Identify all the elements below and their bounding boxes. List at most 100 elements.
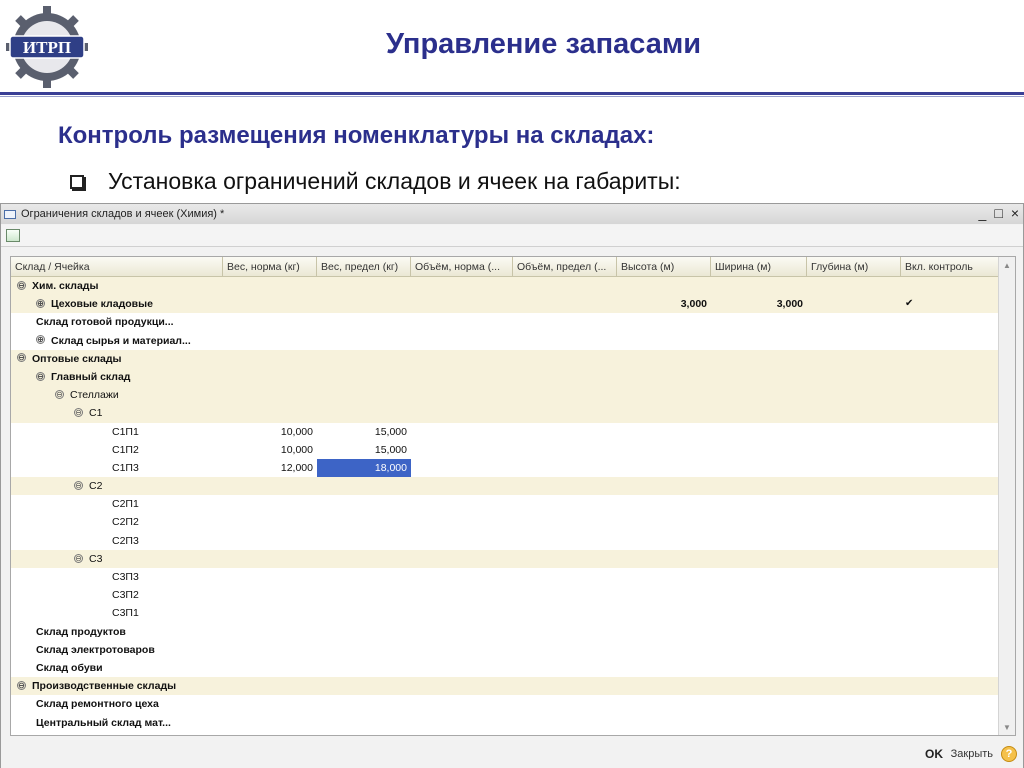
weight-limit-cell[interactable] <box>317 477 411 495</box>
control-check-icon[interactable] <box>905 604 925 622</box>
control-check-icon[interactable] <box>905 441 925 459</box>
control-check-icon[interactable] <box>905 313 925 331</box>
weight-limit-cell[interactable] <box>317 677 411 695</box>
weight-norm-cell[interactable] <box>223 295 317 313</box>
height-cell[interactable] <box>617 695 711 713</box>
tree-grid[interactable]: Склад / Ячейка Вес, норма (кг) Вес, предел… <box>10 256 1016 736</box>
control-check-icon[interactable] <box>905 277 925 295</box>
width-cell[interactable] <box>711 404 807 422</box>
height-cell[interactable] <box>617 568 711 586</box>
tree-node[interactable]: С3П2 <box>112 586 223 604</box>
tree-node[interactable]: Склад ремонтного цеха <box>36 695 223 713</box>
weight-norm-cell[interactable] <box>223 332 317 350</box>
weight-limit-cell[interactable] <box>317 295 411 313</box>
weight-norm-cell[interactable] <box>223 368 317 386</box>
weight-limit-cell[interactable] <box>317 604 411 622</box>
width-cell[interactable] <box>711 677 807 695</box>
tree-row[interactable]: С2П3 <box>11 532 999 550</box>
tree-node[interactable]: Центральный склад мат... <box>36 714 223 732</box>
width-cell[interactable]: 3,000 <box>711 295 807 313</box>
width-cell[interactable] <box>711 550 807 568</box>
weight-limit-cell[interactable] <box>317 641 411 659</box>
tree-node[interactable]: С1П3 <box>112 459 223 477</box>
collapse-icon[interactable]: ⊖ <box>17 680 26 690</box>
column-header[interactable]: Вес, предел (кг) <box>317 257 411 277</box>
tree-node[interactable]: ⊖ Оптовые склады <box>17 350 223 368</box>
tree-node[interactable]: ⊖ С1 <box>74 404 223 422</box>
collapse-icon[interactable]: ⊖ <box>74 480 83 490</box>
weight-limit-cell[interactable]: 15,000 <box>317 441 411 459</box>
control-check-icon[interactable]: ✔ <box>905 295 925 313</box>
control-check-icon[interactable] <box>905 495 925 513</box>
tree-node[interactable]: ⊕ Цеховые кладовые <box>36 295 223 313</box>
weight-norm-cell[interactable] <box>223 604 317 622</box>
width-cell[interactable] <box>711 477 807 495</box>
weight-limit-cell[interactable]: 15,000 <box>317 423 411 441</box>
tree-node[interactable]: ⊖ Производственные склады <box>17 677 223 695</box>
height-cell[interactable] <box>617 495 711 513</box>
vertical-scrollbar[interactable]: ▲ ▼ <box>998 257 1015 735</box>
weight-norm-cell[interactable] <box>223 386 317 404</box>
weight-limit-cell[interactable] <box>317 332 411 350</box>
height-cell[interactable] <box>617 277 711 295</box>
height-cell[interactable] <box>617 586 711 604</box>
weight-norm-cell[interactable]: 10,000 <box>223 423 317 441</box>
weight-norm-cell[interactable] <box>223 313 317 331</box>
tree-node[interactable]: С3П3 <box>112 568 223 586</box>
window-titlebar[interactable]: Ограничения складов и ячеек (Химия) * _ … <box>1 204 1023 224</box>
weight-limit-cell[interactable] <box>317 277 411 295</box>
width-cell[interactable] <box>711 641 807 659</box>
weight-limit-cell[interactable] <box>317 659 411 677</box>
ok-button[interactable]: OK <box>925 747 943 761</box>
tree-node[interactable]: С2П2 <box>112 513 223 531</box>
weight-limit-cell[interactable] <box>317 714 411 732</box>
tree-row[interactable]: Склад готовой продукци... <box>11 313 999 331</box>
tree-row[interactable]: С3П2 <box>11 586 999 604</box>
column-header[interactable]: Объём, предел (... <box>513 257 617 277</box>
height-cell[interactable] <box>617 313 711 331</box>
height-cell[interactable] <box>617 604 711 622</box>
tree-row[interactable]: ⊖ С3 <box>11 549 999 568</box>
help-icon[interactable]: ? <box>1001 746 1017 762</box>
control-check-icon[interactable] <box>905 714 925 732</box>
control-check-icon[interactable] <box>905 695 925 713</box>
column-header[interactable]: Вкл. контроль <box>901 257 999 277</box>
weight-norm-cell[interactable] <box>223 550 317 568</box>
tree-row[interactable]: Склад обуви <box>11 659 999 677</box>
tree-row[interactable]: С2П2 <box>11 513 999 531</box>
width-cell[interactable] <box>711 532 807 550</box>
width-cell[interactable] <box>711 332 807 350</box>
height-cell[interactable] <box>617 441 711 459</box>
tree-row[interactable]: ⊖ С2 <box>11 477 999 496</box>
width-cell[interactable] <box>711 659 807 677</box>
control-check-icon[interactable] <box>905 641 925 659</box>
height-cell[interactable]: 3,000 <box>617 295 711 313</box>
weight-norm-cell[interactable]: 12,000 <box>223 459 317 477</box>
height-cell[interactable] <box>617 404 711 422</box>
width-cell[interactable] <box>711 459 807 477</box>
tree-row[interactable]: ⊕ Склад сырья и материал... <box>11 332 999 350</box>
tree-node[interactable]: С2П3 <box>112 532 223 550</box>
weight-norm-cell[interactable] <box>223 513 317 531</box>
height-cell[interactable] <box>617 368 711 386</box>
tree-row[interactable]: ⊖ Стеллажи <box>11 386 999 405</box>
weight-norm-cell[interactable] <box>223 714 317 732</box>
width-cell[interactable] <box>711 368 807 386</box>
width-cell[interactable] <box>711 277 807 295</box>
height-cell[interactable] <box>617 677 711 695</box>
weight-norm-cell[interactable] <box>223 586 317 604</box>
control-check-icon[interactable] <box>905 568 925 586</box>
weight-norm-cell[interactable] <box>223 659 317 677</box>
maximize-button[interactable]: □ <box>994 205 1002 221</box>
width-cell[interactable] <box>711 495 807 513</box>
control-check-icon[interactable] <box>905 423 925 441</box>
weight-norm-cell[interactable] <box>223 495 317 513</box>
control-check-icon[interactable] <box>905 386 925 404</box>
weight-norm-cell[interactable]: 10,000 <box>223 441 317 459</box>
control-check-icon[interactable] <box>905 404 925 422</box>
width-cell[interactable] <box>711 623 807 641</box>
width-cell[interactable] <box>711 313 807 331</box>
tree-node[interactable]: ⊖ Стеллажи <box>55 386 223 404</box>
tree-row[interactable]: ⊖ Хим. склады <box>11 277 999 296</box>
weight-limit-cell[interactable] <box>317 513 411 531</box>
